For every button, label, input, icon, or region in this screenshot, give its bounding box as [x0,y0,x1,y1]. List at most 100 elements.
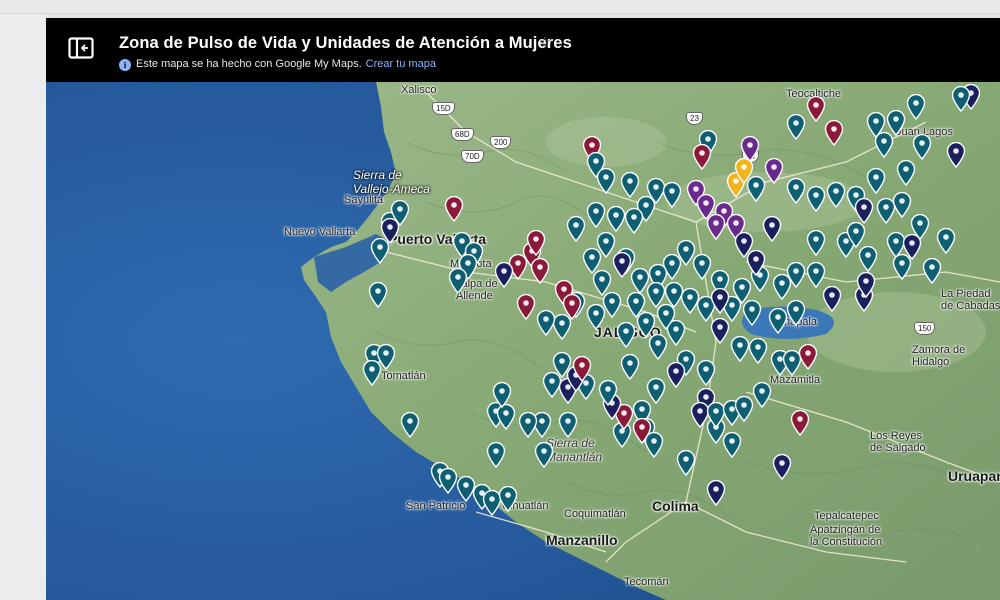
map-pin-icon[interactable] [746,250,766,276]
map-pin-icon[interactable] [786,178,806,204]
map-pin-icon[interactable] [656,304,676,330]
map-pin-icon[interactable] [722,432,742,458]
map-pin-icon[interactable] [438,468,458,494]
map-pin-icon[interactable] [902,234,922,260]
map-pin-icon[interactable] [572,356,592,382]
map-pin-icon[interactable] [734,396,754,422]
map-pin-icon[interactable] [586,202,606,228]
star-icon[interactable]: ☆ [538,33,551,51]
place-colima: Colima [652,498,699,514]
map-pin-icon[interactable] [620,354,640,380]
map-pin-icon[interactable] [858,246,878,272]
map-pin-icon[interactable] [662,182,682,208]
map-pin-icon[interactable] [772,454,792,480]
map-pin-icon[interactable] [768,308,788,334]
map-pin-icon[interactable] [846,222,866,248]
map-pin-icon[interactable] [806,186,826,212]
map-pin-icon[interactable] [632,418,652,444]
map-pin-icon[interactable] [494,262,514,288]
map-canvas[interactable]: Xalisco Teocaltiche Juan Lagos Sierra de… [46,82,1000,600]
map-pin-icon[interactable] [742,300,762,326]
map-pin-icon[interactable] [762,216,782,242]
map-pin-icon[interactable] [606,206,626,232]
place-tomatlan: Tomatlán [381,370,426,382]
map-pin-icon[interactable] [772,274,792,300]
map-pin-icon[interactable] [676,450,696,476]
map-pin-icon[interactable] [498,486,518,512]
map-pin-icon[interactable] [368,282,388,308]
map-pin-icon[interactable] [586,304,606,330]
map-pin-icon[interactable] [534,442,554,468]
map-pin-icon[interactable] [786,300,806,326]
map-pin-icon[interactable] [874,132,894,158]
map-pin-icon[interactable] [526,230,546,256]
map-pin-icon[interactable] [444,196,464,222]
map-pin-icon[interactable] [362,360,382,386]
map-pin-icon[interactable] [866,168,886,194]
info-text: Este mapa se ha hecho con Google My Maps… [136,58,362,70]
map-pin-icon[interactable] [936,228,956,254]
highway-68d: 68D [451,128,474,141]
map-pin-icon[interactable] [562,294,582,320]
map-pin-icon[interactable] [892,192,912,218]
map-pin-icon[interactable] [806,230,826,256]
map-pin-icon[interactable] [558,412,578,438]
map-pin-icon[interactable] [730,336,750,362]
map-pin-icon[interactable] [530,258,550,284]
map-pin-icon[interactable] [790,410,810,436]
map-pin-icon[interactable] [922,258,942,284]
map-pin-icon[interactable] [951,86,971,112]
create-map-link[interactable]: Crear tu mapa [366,58,436,70]
map-pin-icon[interactable] [390,200,410,226]
map-info-line: i Este mapa se ha hecho con Google My Map… [119,58,436,71]
map-pin-icon[interactable] [946,142,966,168]
map-pin-icon[interactable] [648,334,668,360]
map-pin-icon[interactable] [400,412,420,438]
map-pin-icon[interactable] [492,382,512,408]
map-pin-icon[interactable] [854,198,874,224]
map-title: Zona de Pulso de Vida y Unidades de Aten… [119,34,572,52]
map-pin-icon[interactable] [706,480,726,506]
map-pin-icon[interactable] [696,360,716,386]
map-pin-icon[interactable] [612,252,632,278]
map-pin-icon[interactable] [824,120,844,146]
map-pin-icon[interactable] [826,182,846,208]
map-pin-icon[interactable] [620,172,640,198]
map-pin-icon[interactable] [806,96,826,122]
map-pin-icon[interactable] [896,160,916,186]
place-sierra-manantlan: Sierra de Manantlán [546,436,603,464]
map-pin-icon[interactable] [806,262,826,288]
map-pin-icon[interactable] [856,272,876,298]
place-nuevo-vallarta: Nuevo Vallarta [284,226,356,238]
map-pin-icon[interactable] [710,288,730,314]
map-pin-icon[interactable] [764,158,784,184]
map-pin-icon[interactable] [616,322,636,348]
map-pin-icon[interactable] [706,214,726,240]
map-pin-icon[interactable] [748,338,768,364]
map-pin-icon[interactable] [786,114,806,140]
map-pin-icon[interactable] [624,208,644,234]
map-pin-icon[interactable] [598,380,618,406]
map-pin-icon[interactable] [710,318,730,344]
map-pin-icon[interactable] [518,412,538,438]
place-tepalcatepec: Tepalcatepec [814,510,879,522]
map-pin-icon[interactable] [448,268,468,294]
map-pin-icon[interactable] [516,294,536,320]
map-pin-icon[interactable] [822,286,842,312]
map-pin-icon[interactable] [746,176,766,202]
map-pin-icon[interactable] [666,362,686,388]
map-pin-icon[interactable] [536,310,556,336]
map-pin-icon[interactable] [566,216,586,242]
place-coquimatlan: Coquimatlán [564,508,626,520]
map-pin-icon[interactable] [692,144,712,170]
map-pin-icon[interactable] [692,254,712,280]
map-pin-icon[interactable] [906,94,926,120]
map-pin-icon[interactable] [596,168,616,194]
sidebar-toggle-icon[interactable] [68,37,94,59]
map-pin-icon[interactable] [486,442,506,468]
map-pin-icon[interactable] [912,134,932,160]
map-pin-icon[interactable] [552,352,572,378]
map-pin-icon[interactable] [798,344,818,370]
map-pin-icon[interactable] [752,382,772,408]
place-la-piedad: La Piedad de Cabadas [941,288,1000,312]
